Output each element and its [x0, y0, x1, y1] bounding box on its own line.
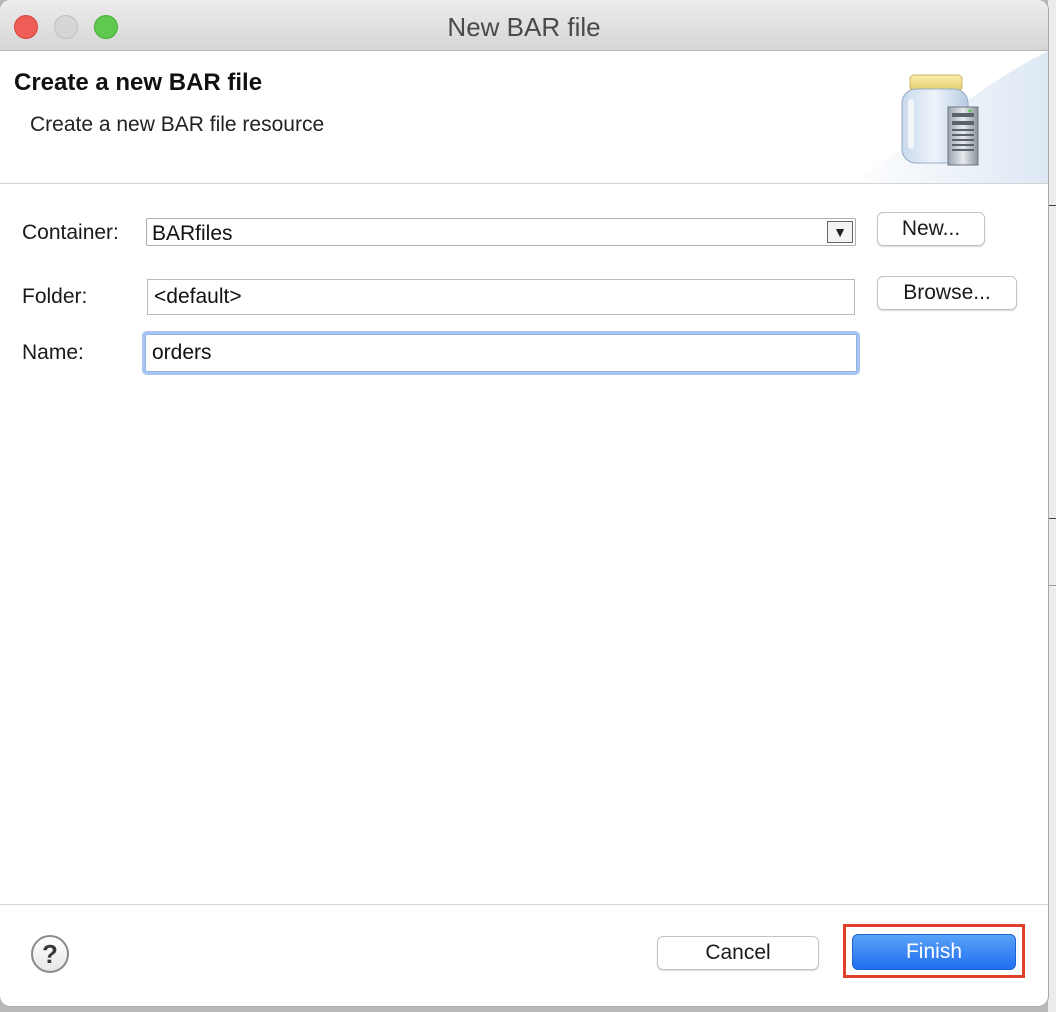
parent-window-line [1048, 518, 1056, 519]
footer-separator [0, 904, 1048, 905]
browse-folder-button[interactable]: Browse... [877, 276, 1017, 310]
bar-file-jar-icon [901, 74, 979, 166]
cancel-button[interactable]: Cancel [657, 936, 819, 970]
new-bar-file-dialog: New BAR file Create a new BAR file Creat… [0, 0, 1048, 1006]
folder-label: Folder: [22, 285, 88, 308]
container-select-value: BARfiles [152, 222, 233, 245]
folder-input[interactable] [148, 280, 854, 314]
container-select[interactable]: BARfiles ▼ [146, 218, 856, 246]
new-container-button[interactable]: New... [877, 212, 985, 246]
finish-highlight-box [843, 924, 1025, 978]
wizard-description: Create a new BAR file resource [30, 113, 325, 136]
name-field[interactable] [145, 334, 857, 372]
window-title: New BAR file [447, 12, 601, 42]
folder-field[interactable] [147, 279, 855, 315]
help-icon[interactable]: ? [31, 935, 69, 973]
name-input[interactable] [146, 335, 856, 371]
parent-window-edge [1048, 0, 1056, 1012]
parent-window-line [1048, 585, 1056, 586]
dropdown-arrow-icon[interactable]: ▼ [827, 221, 853, 243]
wizard-header: Create a new BAR file Create a new BAR f… [0, 51, 1048, 184]
container-label: Container: [22, 221, 119, 244]
parent-window-line [1048, 205, 1056, 206]
name-label: Name: [22, 341, 84, 364]
title-bar: New BAR file [0, 0, 1048, 51]
wizard-title: Create a new BAR file [14, 69, 263, 96]
